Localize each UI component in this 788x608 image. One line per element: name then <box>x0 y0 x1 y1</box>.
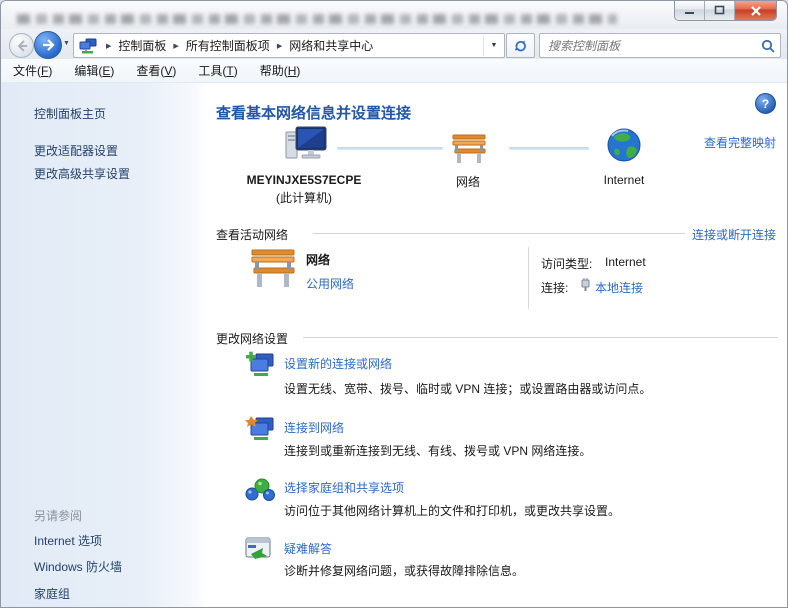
homegroup-icon <box>245 477 275 508</box>
close-button[interactable] <box>735 1 776 20</box>
sidebar-item-change-adapter-settings[interactable]: 更改适配器设置 <box>34 142 118 159</box>
public-network-link[interactable]: 公用网络 <box>306 275 354 292</box>
map-computer-sub: (此计算机) <box>216 189 392 206</box>
card-divider <box>528 247 529 309</box>
local-connection-link[interactable]: 本地连接 <box>595 279 643 296</box>
refresh-icon <box>513 38 528 53</box>
map-connector-line <box>509 147 589 150</box>
view-full-map-link[interactable]: 查看完整映射 <box>704 134 776 151</box>
maximize-icon <box>714 5 725 16</box>
connection-label: 连接: <box>541 279 568 296</box>
breadcrumb-separator-icon[interactable]: ▶ <box>166 42 185 50</box>
section-rule <box>313 233 685 234</box>
sidebar-item-windows-firewall[interactable]: Windows 防火墙 <box>34 558 122 575</box>
network-icon <box>79 38 97 54</box>
homegroup-sharing-link[interactable]: 选择家庭组和共享选项 <box>284 479 404 496</box>
sidebar-item-change-advanced-sharing[interactable]: 更改高级共享设置 <box>34 165 130 182</box>
troubleshoot-icon <box>245 537 273 566</box>
connect-to-network-icon <box>245 415 275 446</box>
network-bench-icon[interactable] <box>449 133 489 170</box>
search-input[interactable] <box>540 39 756 53</box>
network-sharing-center-window: ▼ ▶ 控制面板 ▶ 所有控制面板项 ▶ 网络和共享中心 ▼ <box>0 0 788 608</box>
change-settings-header: 更改网络设置 <box>216 330 288 347</box>
map-internet-label: Internet <box>586 173 662 187</box>
refresh-button[interactable] <box>506 33 535 58</box>
active-network-name: 网络 <box>306 251 330 268</box>
menu-file[interactable]: 文件(F) <box>13 62 52 79</box>
page-title: 查看基本网络信息并设置连接 <box>216 102 411 123</box>
ethernet-plug-icon <box>580 277 591 297</box>
breadcrumb-item-all-items[interactable]: 所有控制面板项 <box>186 37 270 54</box>
back-arrow-icon <box>16 40 28 52</box>
menu-view[interactable]: 查看(V) <box>136 62 176 79</box>
setup-new-connection-link[interactable]: 设置新的连接或网络 <box>284 355 392 372</box>
back-button[interactable] <box>9 33 34 58</box>
window-controls <box>674 1 777 21</box>
map-computer-name: MEYINJXE5S7ECPE <box>216 173 392 187</box>
blurred-title-text <box>17 14 617 24</box>
maximize-button[interactable] <box>705 1 735 20</box>
computer-icon[interactable] <box>284 125 328 170</box>
access-type-value: Internet <box>605 255 646 269</box>
search-box <box>539 33 781 58</box>
minimize-button[interactable] <box>675 1 705 20</box>
map-network-label: 网络 <box>434 173 502 190</box>
breadcrumb: ▶ 控制面板 ▶ 所有控制面板项 ▶ 网络和共享中心 <box>99 37 483 54</box>
search-icon[interactable] <box>756 39 780 53</box>
address-dropdown-icon[interactable]: ▼ <box>483 35 504 56</box>
breadcrumb-item-control-panel[interactable]: 控制面板 <box>118 37 166 54</box>
sidebar-item-homegroup[interactable]: 家庭组 <box>34 585 70 602</box>
recent-pages-dropdown[interactable]: ▼ <box>63 40 70 47</box>
menu-tools[interactable]: 工具(T) <box>198 62 237 79</box>
internet-globe-icon[interactable] <box>606 127 642 168</box>
map-connector-line <box>337 147 443 150</box>
troubleshoot-link[interactable]: 疑难解答 <box>284 540 332 557</box>
new-connection-icon <box>245 351 275 382</box>
sidebar-item-internet-options[interactable]: Internet 选项 <box>34 532 102 549</box>
breadcrumb-separator-icon[interactable]: ▶ <box>99 42 118 50</box>
troubleshoot-desc: 诊断并修复网络问题，或获得故障排除信息。 <box>284 562 524 579</box>
breadcrumb-item-network-center[interactable]: 网络和共享中心 <box>289 37 373 54</box>
access-type-label: 访问类型: <box>541 255 592 272</box>
homegroup-sharing-desc: 访问位于其他网络计算机上的文件和打印机，或更改共享设置。 <box>284 502 620 519</box>
connect-to-network-desc: 连接到或重新连接到无线、有线、拨号或 VPN 网络连接。 <box>284 442 591 459</box>
breadcrumb-separator-icon[interactable]: ▶ <box>270 42 289 50</box>
active-network-bench-icon <box>247 247 299 296</box>
section-rule <box>303 337 778 338</box>
see-also-header: 另请参阅 <box>34 507 82 524</box>
title-bar <box>1 1 787 29</box>
active-networks-header: 查看活动网络 <box>216 226 288 243</box>
menu-edit[interactable]: 编辑(E) <box>74 62 114 79</box>
forward-button[interactable] <box>34 31 62 59</box>
menu-help[interactable]: 帮助(H) <box>260 62 301 79</box>
forward-arrow-icon <box>41 39 55 51</box>
connect-disconnect-link[interactable]: 连接或断开连接 <box>692 226 776 243</box>
setup-new-connection-desc: 设置无线、宽带、拨号、临时或 VPN 连接；或设置路由器或访问点。 <box>284 380 651 397</box>
minimize-icon <box>684 5 695 16</box>
address-bar[interactable]: ▶ 控制面板 ▶ 所有控制面板项 ▶ 网络和共享中心 ▼ <box>73 33 505 58</box>
connect-to-network-link[interactable]: 连接到网络 <box>284 419 344 436</box>
menu-bar: 文件(F) 编辑(E) 查看(V) 工具(T) 帮助(H) <box>1 59 787 83</box>
sidebar-item-control-panel-home[interactable]: 控制面板主页 <box>34 105 106 122</box>
help-icon[interactable]: ? <box>755 93 776 114</box>
sidebar <box>1 83 206 607</box>
close-icon <box>750 5 762 17</box>
